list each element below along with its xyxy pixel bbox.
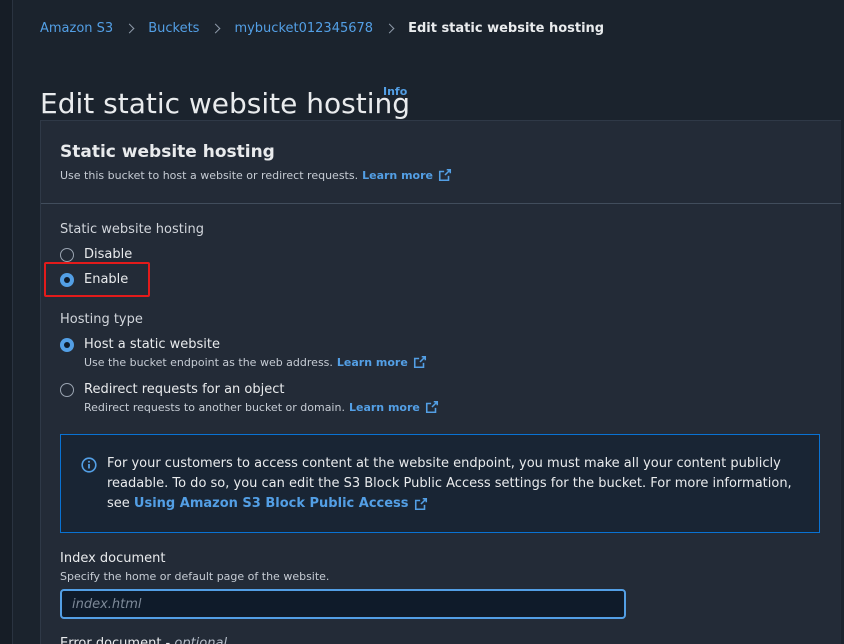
block-public-access-link[interactable]: Using Amazon S3 Block Public Access: [134, 494, 428, 514]
block-public-access-link-text[interactable]: Using Amazon S3 Block Public Access: [134, 494, 409, 514]
panel-description: Use this bucket to host a website or red…: [60, 168, 452, 182]
host-static-website-radio[interactable]: [60, 337, 74, 352]
disable-radio-option[interactable]: Disable: [60, 247, 132, 262]
disable-radio-label[interactable]: Disable: [84, 247, 132, 262]
panel-description-text: Use this bucket to host a website or red…: [60, 168, 359, 182]
redirect-requests-label[interactable]: Redirect requests for an object: [84, 382, 284, 397]
learn-more-link[interactable]: Learn more: [349, 401, 420, 414]
learn-more-link[interactable]: Learn more: [362, 169, 433, 182]
external-link-icon[interactable]: [414, 497, 428, 511]
breadcrumb: Amazon S3 Buckets mybucket012345678 Edit…: [40, 21, 604, 36]
optional-tag: optional: [174, 636, 228, 644]
external-link-icon[interactable]: [438, 168, 452, 182]
panel-header: Static website hosting Use this bucket t…: [41, 121, 841, 204]
external-link-icon[interactable]: [413, 355, 427, 369]
chevron-right-icon: [211, 23, 221, 34]
breadcrumb-current: Edit static website hosting: [408, 21, 605, 36]
index-document-input[interactable]: [60, 589, 626, 619]
index-document-description: Specify the home or default page of the …: [60, 570, 330, 583]
info-link[interactable]: Info: [383, 85, 407, 98]
hosting-type-label: Hosting type: [60, 312, 143, 327]
redirect-requests-option[interactable]: Redirect requests for an object: [60, 382, 284, 397]
breadcrumb-amazon-s3[interactable]: Amazon S3: [40, 21, 113, 36]
host-static-website-label[interactable]: Host a static website: [84, 337, 220, 352]
host-static-website-description: Use the bucket endpoint as the web addre…: [84, 355, 427, 369]
error-document-label-text: Error document -: [60, 636, 171, 644]
page: Amazon S3 Buckets mybucket012345678 Edit…: [0, 0, 844, 644]
breadcrumb-buckets[interactable]: Buckets: [148, 21, 199, 36]
host-static-website-desc-text: Use the bucket endpoint as the web addre…: [84, 355, 333, 369]
index-document-label: Index document: [60, 551, 166, 566]
panel-title: Static website hosting: [60, 142, 275, 162]
page-title: Edit static website hosting: [40, 86, 411, 120]
navigation-drawer-edge[interactable]: [0, 0, 13, 644]
info-alert: For your customers to access content at …: [60, 434, 820, 533]
redirect-requests-description: Redirect requests to another bucket or d…: [84, 400, 439, 414]
chevron-right-icon: [384, 23, 395, 34]
host-static-website-option[interactable]: Host a static website: [60, 337, 220, 352]
alert-message: For your customers to access content at …: [107, 454, 807, 514]
external-link-icon[interactable]: [425, 400, 439, 414]
breadcrumb-bucket-name[interactable]: mybucket012345678: [234, 21, 373, 36]
disable-radio[interactable]: [60, 247, 74, 262]
hosting-label: Static website hosting: [60, 222, 204, 237]
error-document-label: Error document - optional: [60, 636, 227, 644]
highlight-annotation-box: [44, 262, 150, 297]
static-website-hosting-panel: Static website hosting Use this bucket t…: [40, 120, 841, 644]
redirect-requests-radio[interactable]: [60, 382, 74, 397]
learn-more-link[interactable]: Learn more: [337, 356, 408, 369]
info-circle-icon: [81, 457, 97, 473]
chevron-right-icon: [124, 23, 135, 34]
redirect-requests-desc-text: Redirect requests to another bucket or d…: [84, 400, 345, 414]
